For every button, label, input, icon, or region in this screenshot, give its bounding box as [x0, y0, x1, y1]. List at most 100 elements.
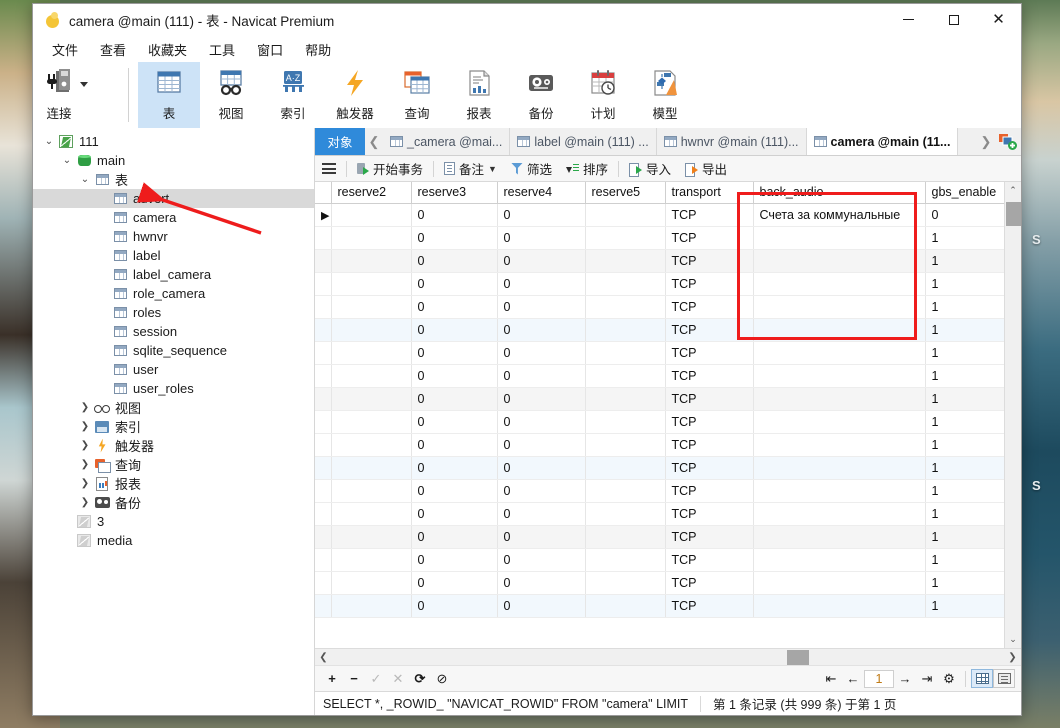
table-cell[interactable]: 0	[497, 410, 586, 434]
table-cell[interactable]	[331, 525, 412, 549]
tree-node-main[interactable]: ⌄ main	[33, 151, 314, 170]
tree-node-role_camera[interactable]: role_camera	[33, 284, 314, 303]
horizontal-scroll-thumb[interactable]	[787, 649, 809, 665]
table-cell[interactable]: 1	[925, 249, 1004, 273]
row-marker[interactable]	[315, 456, 332, 480]
table-cell[interactable]: TCP	[665, 341, 754, 365]
table-row[interactable]: 00TCP1⋮	[315, 272, 1004, 296]
chevron-down-icon[interactable]: ⌄	[59, 155, 75, 166]
ribbon-query-button[interactable]: 查询	[386, 62, 448, 128]
table-cell[interactable]: 1	[925, 456, 1004, 480]
table-row[interactable]: 00TCP1⋮	[315, 226, 1004, 250]
tree-node-roles[interactable]: roles	[33, 303, 314, 322]
data-grid[interactable]: reserve2 reserve3 reserve4 reserve5 transpor…	[315, 182, 1004, 618]
table-cell[interactable]	[753, 249, 926, 273]
table-cell[interactable]	[753, 341, 926, 365]
column-header[interactable]: transport	[665, 182, 754, 204]
horizontal-scrollbar[interactable]: ❮ ❯	[315, 648, 1021, 665]
sort-button[interactable]: 排序	[559, 156, 615, 181]
table-cell[interactable]: 1	[925, 571, 1004, 595]
table-cell[interactable]	[585, 203, 666, 227]
table-cell[interactable]	[585, 410, 666, 434]
table-cell[interactable]	[585, 571, 666, 595]
menu-window[interactable]: 窗口	[246, 37, 294, 62]
table-cell[interactable]: TCP	[665, 502, 754, 526]
table-cell[interactable]	[585, 249, 666, 273]
table-cell[interactable]	[753, 226, 926, 250]
delete-record-button[interactable]: −	[343, 668, 365, 690]
export-button[interactable]: 导出	[678, 156, 734, 181]
table-row[interactable]: 00TCP1⋮	[315, 525, 1004, 549]
previous-page-button[interactable]: ←	[842, 668, 864, 690]
table-cell[interactable]: 0	[497, 387, 586, 411]
table-cell[interactable]	[585, 387, 666, 411]
tab-scroll-right-button[interactable]: ❯	[977, 128, 995, 155]
horizontal-scroll-track[interactable]	[332, 649, 1004, 666]
editor-tab[interactable]: hwnvr @main (111)...	[656, 128, 807, 155]
table-row[interactable]: ▶00TCPСчета за коммунальные0⋮	[315, 203, 1004, 227]
table-cell[interactable]: TCP	[665, 249, 754, 273]
chevron-right-icon[interactable]: ❯	[77, 478, 93, 489]
table-cell[interactable]: 0	[497, 318, 586, 342]
table-row[interactable]: 00TCP1⋮	[315, 548, 1004, 572]
table-cell[interactable]: 0	[411, 456, 498, 480]
table-cell[interactable]: TCP	[665, 456, 754, 480]
chevron-right-icon[interactable]: ❯	[77, 497, 93, 508]
table-cell[interactable]	[753, 479, 926, 503]
row-marker[interactable]	[315, 272, 332, 296]
table-cell[interactable]: 0	[411, 249, 498, 273]
table-cell[interactable]	[585, 341, 666, 365]
tree-node-label[interactable]: label	[33, 246, 314, 265]
form-view-button[interactable]	[993, 669, 1015, 688]
table-cell[interactable]: 1	[925, 433, 1004, 457]
table-cell[interactable]: TCP	[665, 548, 754, 572]
table-cell[interactable]: 0	[411, 387, 498, 411]
scroll-right-button[interactable]: ❯	[1004, 649, 1021, 666]
table-row[interactable]: 00TCP1⋮	[315, 433, 1004, 457]
tab-scroll-left-button[interactable]: ❮	[365, 128, 383, 155]
import-button[interactable]: 导入	[622, 156, 678, 181]
table-cell[interactable]: 1	[925, 364, 1004, 388]
chevron-down-icon[interactable]: ⌄	[41, 136, 57, 147]
table-cell[interactable]: 1	[925, 479, 1004, 503]
tree-node-session[interactable]: session	[33, 322, 314, 341]
row-marker[interactable]	[315, 249, 332, 273]
table-cell[interactable]: 0	[411, 410, 498, 434]
row-marker[interactable]	[315, 226, 332, 250]
table-cell[interactable]	[331, 318, 412, 342]
table-row[interactable]: 00TCP1⋮	[315, 318, 1004, 342]
ribbon-model-button[interactable]: 模型	[634, 62, 696, 128]
table-cell[interactable]	[753, 456, 926, 480]
table-cell[interactable]	[331, 387, 412, 411]
row-marker[interactable]	[315, 387, 332, 411]
table-cell[interactable]: TCP	[665, 525, 754, 549]
table-cell[interactable]: TCP	[665, 203, 754, 227]
table-cell[interactable]	[585, 456, 666, 480]
table-cell[interactable]: 1	[925, 594, 1004, 618]
row-marker[interactable]	[315, 364, 332, 388]
table-cell[interactable]: 0	[497, 502, 586, 526]
next-page-button[interactable]: →	[894, 668, 916, 690]
table-cell[interactable]	[585, 295, 666, 319]
table-row[interactable]: 00TCP1⋮	[315, 571, 1004, 595]
page-number-input[interactable]	[864, 669, 894, 688]
menu-help[interactable]: 帮助	[294, 37, 342, 62]
table-cell[interactable]: 0	[411, 318, 498, 342]
table-cell[interactable]: 0	[497, 249, 586, 273]
table-row[interactable]: 00TCP1⋮	[315, 364, 1004, 388]
table-cell[interactable]	[331, 226, 412, 250]
table-cell[interactable]	[753, 594, 926, 618]
table-cell[interactable]	[331, 548, 412, 572]
table-cell[interactable]	[331, 272, 412, 296]
table-cell[interactable]	[331, 203, 412, 227]
editor-tab[interactable]: _camera @mai...	[383, 128, 511, 155]
table-cell[interactable]: TCP	[665, 364, 754, 388]
vertical-scrollbar[interactable]: ⌃ ⌄	[1004, 182, 1021, 648]
tree-node-hwnvr[interactable]: hwnvr	[33, 227, 314, 246]
table-cell[interactable]: TCP	[665, 410, 754, 434]
column-header[interactable]: reserve3	[411, 182, 498, 204]
page-settings-button[interactable]: ⚙	[938, 668, 960, 690]
scroll-left-button[interactable]: ❮	[315, 649, 332, 666]
begin-transaction-button[interactable]: 开始事务	[350, 156, 430, 181]
table-cell[interactable]: TCP	[665, 571, 754, 595]
